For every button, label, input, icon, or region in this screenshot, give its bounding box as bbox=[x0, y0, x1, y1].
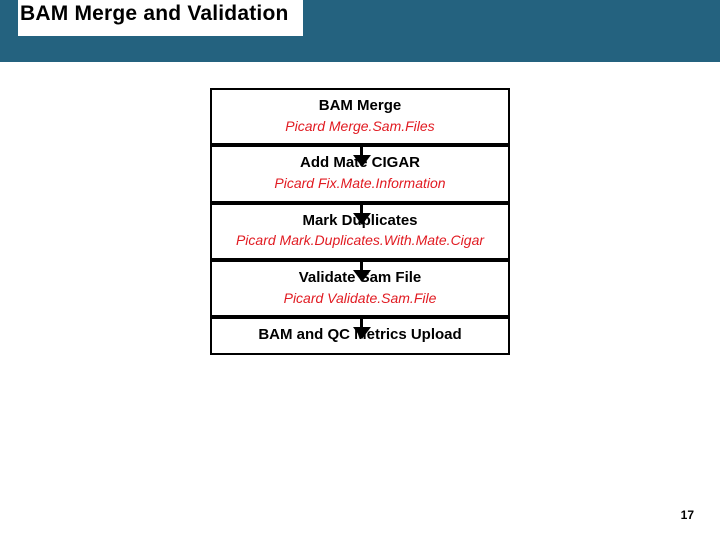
step-tool: Picard Merge.Sam.Files bbox=[220, 118, 500, 136]
step-tool: Picard Validate.Sam.File bbox=[220, 290, 500, 308]
slide-title: BAM Merge and Validation bbox=[18, 0, 303, 36]
step-tool: Picard Mark.Duplicates.With.Mate.Cigar bbox=[220, 232, 500, 250]
title-bar: BAM Merge and Validation bbox=[0, 0, 720, 62]
step-tool: Picard Fix.Mate.Information bbox=[220, 175, 500, 193]
flowchart: BAM Merge Picard Merge.Sam.Files Add Mat… bbox=[0, 88, 720, 355]
step-label: BAM Merge bbox=[220, 97, 500, 116]
flow-step: BAM Merge Picard Merge.Sam.Files bbox=[210, 88, 510, 145]
page-number: 17 bbox=[681, 508, 694, 522]
slide: BAM Merge and Validation BAM Merge Picar… bbox=[0, 0, 720, 540]
